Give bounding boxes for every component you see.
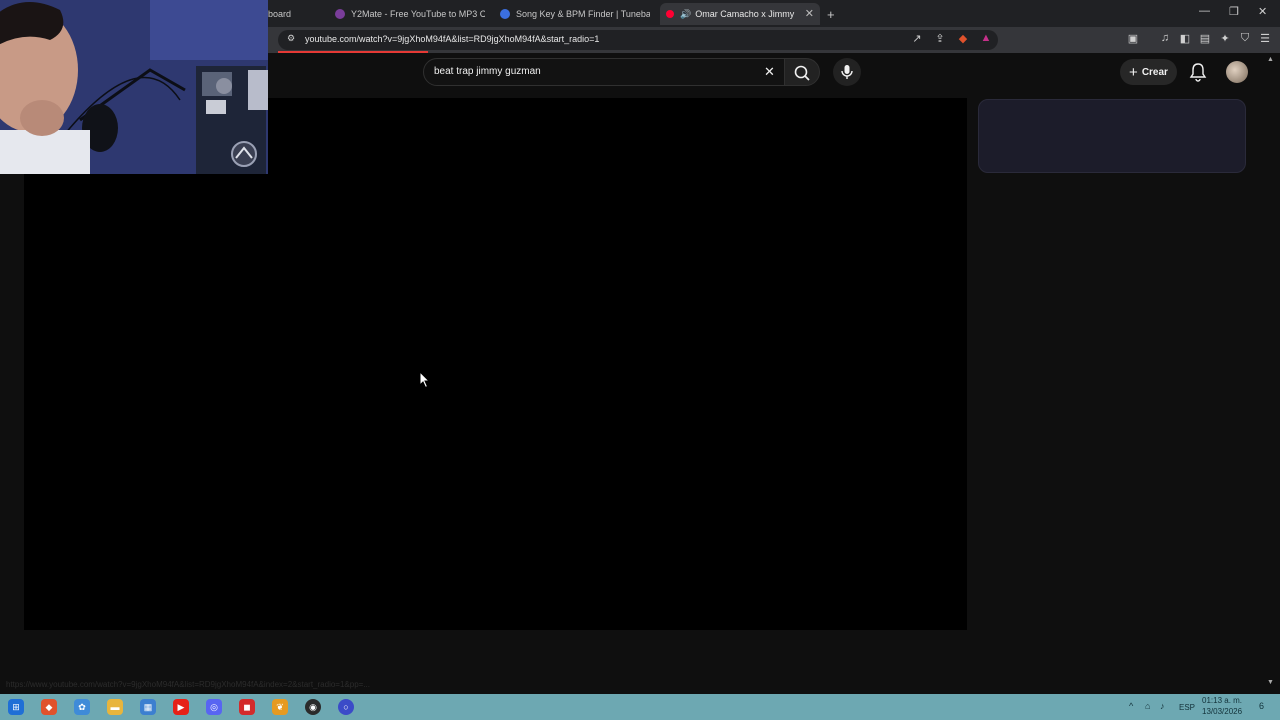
clock-date[interactable]: 13/03/2026 [1202, 707, 1242, 716]
notification-badge[interactable]: 6 [1259, 701, 1264, 711]
windows-start-icon[interactable]: ⊞ [8, 699, 24, 715]
discord-icon[interactable]: ◎ [206, 699, 222, 715]
scroll-up-arrow-icon[interactable]: ▲ [1267, 56, 1274, 63]
red-app-icon[interactable]: ◼ [239, 699, 255, 715]
brave-shields-icon[interactable]: ◆ [955, 32, 971, 45]
y2mate-favicon-icon [335, 9, 345, 19]
avatar[interactable] [1226, 61, 1248, 83]
wallet-icon[interactable]: ▤ [1197, 32, 1213, 45]
mouse-cursor-icon [419, 371, 431, 389]
brave-browser-icon[interactable]: ◆ [41, 699, 57, 715]
scroll-down-arrow-icon[interactable]: ▼ [1267, 679, 1274, 686]
open-external-icon[interactable]: ↗ [909, 32, 925, 45]
tray-overflow-icon[interactable]: ^ [1129, 701, 1133, 711]
search-icon [794, 65, 810, 81]
tab-label: Omar Camacho x Jimmy Guz [695, 9, 795, 19]
menu-icon[interactable]: ☰ [1257, 32, 1273, 45]
create-label: Crear [1141, 66, 1168, 78]
speaker-icon: 🔊 [680, 8, 692, 19]
site-settings-icon[interactable]: ⚙ [283, 33, 299, 44]
voice-search-button[interactable] [833, 58, 861, 86]
close-window-button[interactable]: ✕ [1258, 5, 1267, 18]
language-indicator[interactable]: ESP [1179, 703, 1195, 712]
file-explorer-icon[interactable]: ▬ [107, 699, 123, 715]
clock-time[interactable]: 01:13 a. m. [1202, 696, 1242, 705]
video-player[interactable] [24, 98, 967, 630]
plus-icon: + [1129, 63, 1138, 81]
webcam-overlay [0, 0, 268, 174]
status-bar-url: https://www.youtube.com/watch?v=9jgXhoM9… [6, 680, 370, 689]
tab-label: Song Key & BPM Finder | Tunebat [516, 9, 650, 19]
tab-tunebat[interactable]: Song Key & BPM Finder | Tunebat [500, 3, 650, 25]
volume-icon[interactable]: ♪ [1160, 701, 1165, 711]
search-query-text[interactable]: beat trap jimmy guzman [434, 66, 541, 77]
webcam-feed-image [0, 0, 268, 174]
fl-studio-icon[interactable]: ❦ [272, 699, 288, 715]
restore-button[interactable]: ❐ [1229, 5, 1239, 18]
blue-app-icon[interactable]: ○ [338, 699, 354, 715]
vpn-icon[interactable]: ⛉ [1237, 32, 1253, 45]
new-tab-button[interactable]: + [827, 3, 841, 25]
calculator-icon[interactable]: ▦ [140, 699, 156, 715]
leo-ai-icon[interactable]: ✦ [1217, 32, 1233, 45]
search-button[interactable] [784, 58, 820, 86]
notifications-button[interactable] [1189, 62, 1207, 87]
microphone-icon [841, 65, 853, 79]
network-icon[interactable]: ⌂ [1145, 701, 1150, 711]
bell-icon [1189, 63, 1207, 82]
create-button[interactable]: + Crear [1120, 59, 1177, 85]
tab-y2mate[interactable]: Y2Mate - Free YouTube to MP3 Conv [335, 3, 485, 25]
tab-label: Y2Mate - Free YouTube to MP3 Conv [351, 9, 485, 19]
tunebat-favicon-icon [500, 9, 510, 19]
tab-label: board [268, 9, 292, 19]
url-text[interactable]: youtube.com/watch?v=9jgXhoM94fA&list=RD9… [305, 34, 599, 44]
share-icon[interactable]: ⇪ [932, 32, 948, 45]
brave-rewards-icon[interactable]: ▲ [978, 32, 994, 44]
clear-search-icon[interactable]: ✕ [764, 64, 775, 80]
close-tab-icon[interactable]: ✕ [805, 7, 814, 20]
taskbar [0, 694, 1280, 720]
minimize-button[interactable]: — [1199, 5, 1210, 17]
copilot-icon[interactable]: ✿ [74, 699, 90, 715]
obs-icon[interactable]: ◉ [305, 699, 321, 715]
media-controls-icon[interactable]: ♫ [1157, 32, 1173, 44]
tab-search-icon[interactable]: ▣ [1125, 32, 1141, 45]
sidebar-icon[interactable]: ◧ [1177, 32, 1193, 45]
youtube-favicon-icon [666, 10, 674, 18]
tab-board[interactable]: board [268, 3, 328, 25]
tab-youtube-active[interactable]: 🔊 Omar Camacho x Jimmy Guz ✕ [660, 3, 820, 25]
youtube-app-icon[interactable]: ▶ [173, 699, 189, 715]
sidebar-loading-card [978, 99, 1246, 173]
